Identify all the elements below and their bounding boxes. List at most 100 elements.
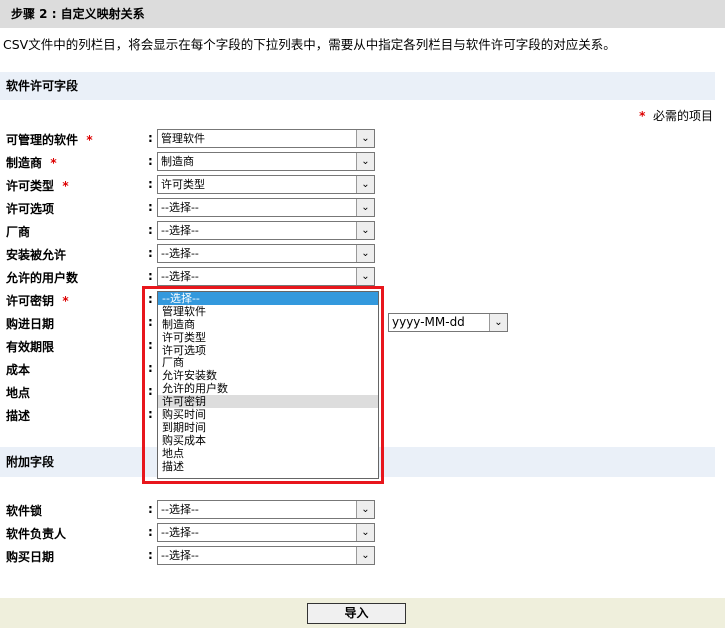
dropdown-option[interactable]: 描述 [158, 460, 378, 473]
chevron-down-icon: ⌄ [356, 501, 374, 518]
dropdown-option[interactable]: --选择-- [158, 292, 378, 305]
colon: : [148, 223, 153, 237]
required-star-icon: * [86, 133, 93, 147]
field-label: 购买日期 [6, 548, 54, 565]
date-format-select[interactable]: yyyy-MM-dd ⌄ [388, 313, 508, 332]
required-star-icon: * [50, 156, 57, 170]
field-select[interactable]: --选择-- ⌄ [157, 221, 375, 240]
field-label-text: 制造商 [6, 156, 43, 170]
field-label: 厂商 [6, 223, 30, 240]
field-select-value: 许可类型 [161, 178, 205, 191]
colon: : [148, 269, 153, 283]
field-label: 许可类型 * [6, 177, 69, 194]
field-label: 软件锁 [6, 502, 42, 519]
field-row: 许可选项: --选择-- ⌄ [0, 198, 520, 218]
field-label-text: 许可密钥 [6, 294, 55, 308]
field-label: 制造商 * [6, 154, 57, 171]
import-button[interactable]: 导入 [307, 603, 406, 624]
field-select-value: --选择-- [161, 224, 199, 237]
field-select[interactable]: --选择-- ⌄ [157, 500, 375, 519]
colon: : [148, 548, 153, 562]
chevron-down-icon: ⌄ [356, 524, 374, 541]
description: CSV文件中的列栏目，将会显示在每个字段的下拉列表中，需要从中指定各列栏目与软件… [3, 37, 616, 52]
field-select-value: --选择-- [161, 526, 199, 539]
required-note-text: 必需的项目 [652, 109, 713, 123]
dropdown-option[interactable]: 制造商 [158, 318, 378, 331]
field-select[interactable]: --选择-- ⌄ [157, 267, 375, 286]
dropdown-option[interactable]: 许可选项 [158, 344, 378, 357]
dropdown-option[interactable]: 允许安装数 [158, 369, 378, 382]
colon: : [148, 525, 153, 539]
field-label-text: 地点 [6, 386, 31, 400]
dropdown-list[interactable]: --选择-- 管理软件 制造商 许可类型 许可选项 厂商 允许安装数 允许的用户数 许可密钥 购买… [157, 291, 379, 479]
field-select-value: 制造商 [161, 155, 194, 168]
chevron-down-icon: ⌄ [356, 130, 374, 147]
field-label-text: 厂商 [6, 225, 31, 239]
field-select-value: --选择-- [161, 247, 199, 260]
field-label: 软件负责人 [6, 525, 66, 542]
field-label: 可管理的软件 * [6, 131, 93, 148]
chevron-down-icon: ⌄ [356, 268, 374, 285]
chevron-down-icon: ⌄ [356, 199, 374, 216]
chevron-down-icon: ⌄ [356, 153, 374, 170]
dropdown-option[interactable]: 购买成本 [158, 434, 378, 447]
field-select-value: --选择-- [161, 270, 199, 283]
field-label-text: 可管理的软件 [6, 133, 79, 147]
field-label-text: 许可类型 [6, 179, 55, 193]
chevron-down-icon: ⌄ [489, 314, 507, 331]
field-row: 允许的用户数: --选择-- ⌄ [0, 267, 520, 287]
field-label: 有效期限 [6, 338, 54, 355]
footer-bar: 导入 [0, 598, 725, 628]
field-label-text: 软件负责人 [6, 527, 67, 541]
field-row: 厂商: --选择-- ⌄ [0, 221, 520, 241]
required-star-icon: * [62, 179, 69, 193]
field-label: 地点 [6, 384, 30, 401]
field-label: 许可密钥 * [6, 292, 69, 309]
colon: : [148, 177, 153, 191]
field-label-text: 许可选项 [6, 202, 55, 216]
field-select[interactable]: --选择-- ⌄ [157, 198, 375, 217]
field-select-value: 管理软件 [161, 132, 205, 145]
field-select-value: --选择-- [161, 503, 199, 516]
colon: : [148, 246, 153, 260]
date-format-value: yyyy-MM-dd [392, 315, 465, 329]
colon: : [148, 502, 153, 516]
dropdown-option[interactable]: 许可密钥 [158, 395, 378, 408]
section-license-fields: 软件许可字段 [0, 72, 715, 100]
field-label: 购进日期 [6, 315, 54, 332]
chevron-down-icon: ⌄ [356, 176, 374, 193]
field-select[interactable]: --选择-- ⌄ [157, 546, 375, 565]
dropdown-option[interactable]: 许可类型 [158, 331, 378, 344]
field-label-text: 允许的用户数 [6, 271, 79, 285]
field-label-text: 购进日期 [6, 317, 55, 331]
dropdown-option[interactable]: 厂商 [158, 356, 378, 370]
field-row: 软件负责人: --选择-- ⌄ [0, 523, 520, 543]
field-row: 可管理的软件 *: 管理软件 ⌄ [0, 129, 520, 149]
field-row: 许可类型 *: 许可类型 ⌄ [0, 175, 520, 195]
dropdown-option[interactable]: 地点 [158, 447, 378, 460]
colon: : [148, 154, 153, 168]
field-select[interactable]: 制造商 ⌄ [157, 152, 375, 171]
field-label-text: 有效期限 [6, 340, 55, 354]
chevron-down-icon: ⌄ [356, 222, 374, 239]
field-row: 制造商 *: 制造商 ⌄ [0, 152, 520, 172]
field-label-text: 描述 [6, 409, 31, 423]
field-select[interactable]: 许可类型 ⌄ [157, 175, 375, 194]
field-label: 安装被允许 [6, 246, 66, 263]
step-title: 步骤 2 : 自定义映射关系 [0, 0, 725, 28]
required-star-icon: * [62, 294, 69, 308]
required-star-icon: * [639, 109, 646, 123]
field-select[interactable]: --选择-- ⌄ [157, 523, 375, 542]
dropdown-option[interactable]: 管理软件 [158, 305, 378, 318]
dropdown-option[interactable]: 到期时间 [158, 421, 378, 434]
field-label-text: 购买日期 [6, 550, 55, 564]
field-row: 软件锁: --选择-- ⌄ [0, 500, 520, 520]
field-row: 购买日期: --选择-- ⌄ [0, 546, 520, 566]
required-note: * 必需的项目 [639, 107, 713, 124]
colon: : [148, 200, 153, 214]
field-select[interactable]: --选择-- ⌄ [157, 244, 375, 263]
field-select[interactable]: 管理软件 ⌄ [157, 129, 375, 148]
dropdown-option[interactable]: 允许的用户数 [158, 382, 378, 395]
field-label-text: 成本 [6, 363, 31, 377]
dropdown-option[interactable]: 购买时间 [158, 408, 378, 421]
